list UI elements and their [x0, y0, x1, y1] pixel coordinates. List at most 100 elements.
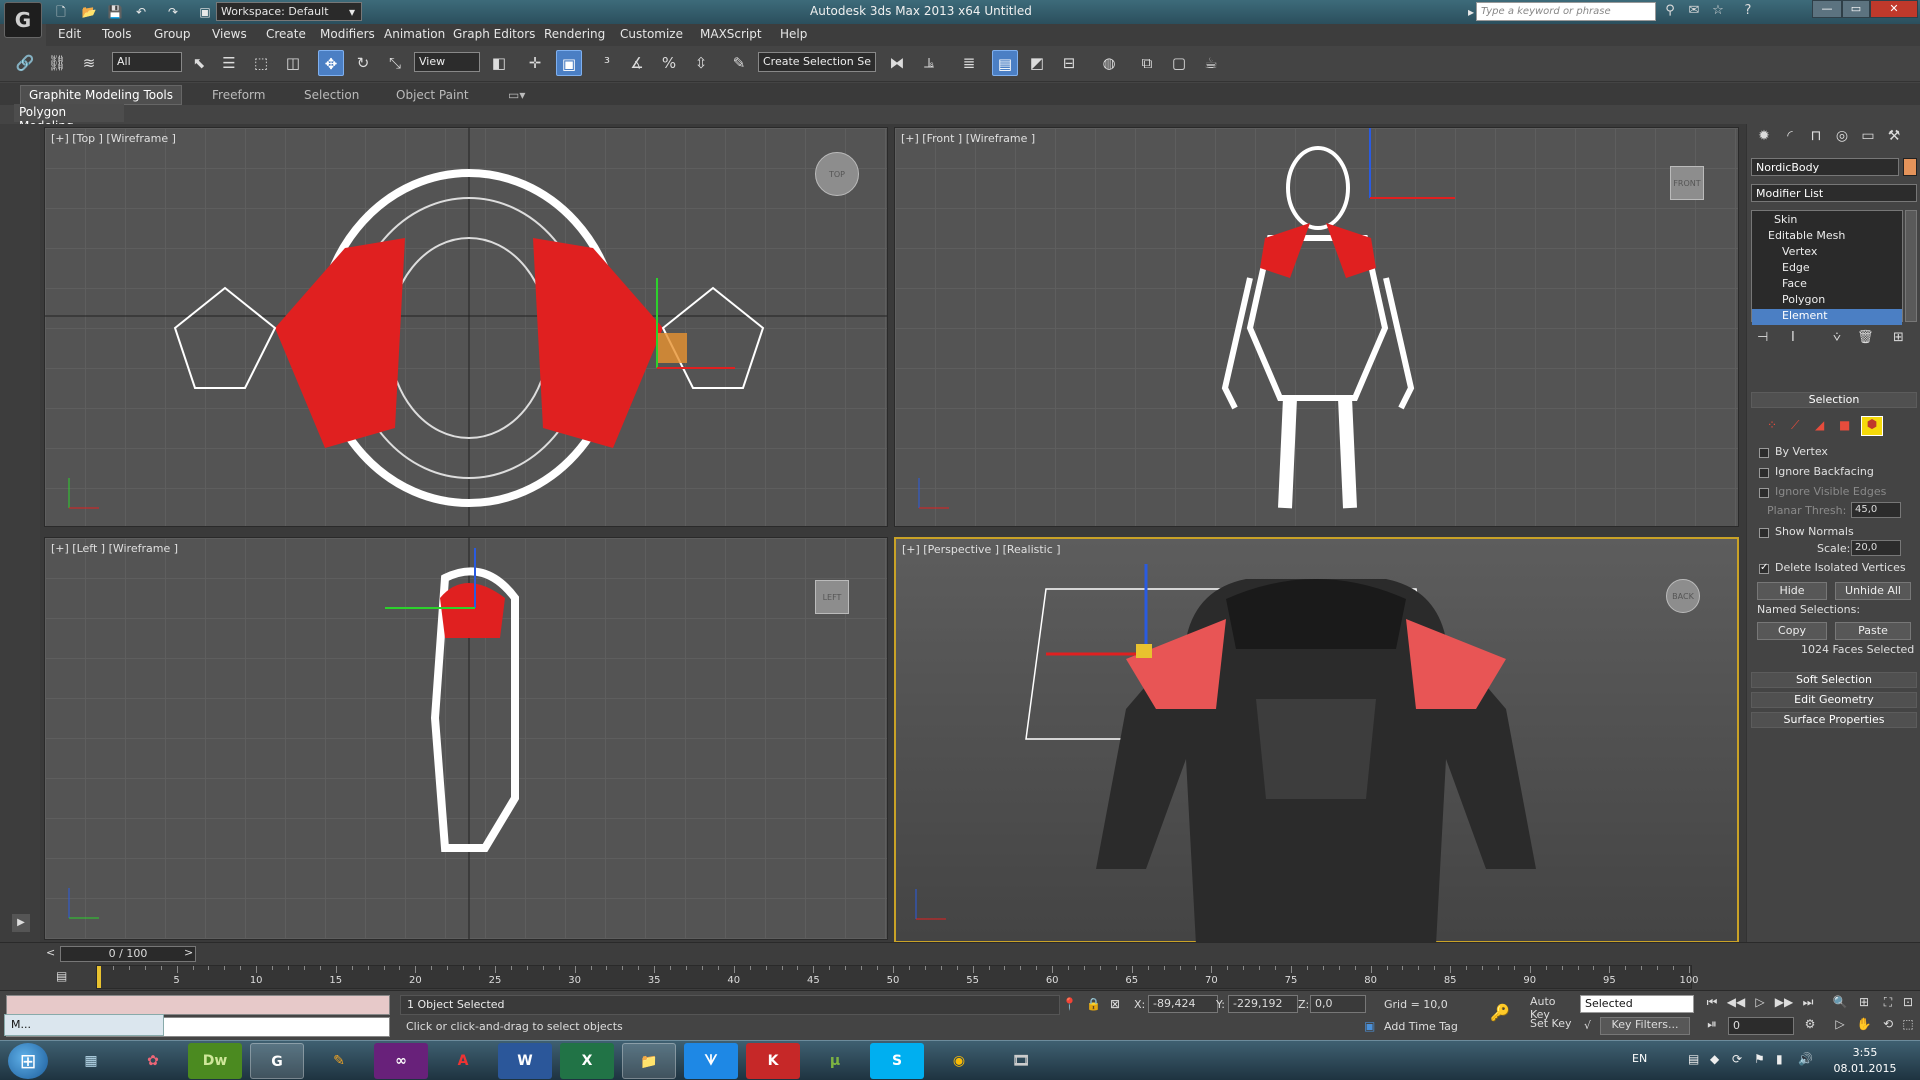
unhide-all-button[interactable]: Unhide All: [1835, 582, 1911, 600]
maximize-button[interactable]: ▭: [1842, 0, 1870, 18]
zoom-icon[interactable]: 🔍: [1830, 995, 1850, 1013]
polygon-mode-icon[interactable]: ■: [1839, 418, 1850, 432]
word-icon[interactable]: W: [498, 1043, 552, 1079]
percent-snap-icon[interactable]: %: [656, 50, 682, 76]
reference-coordinate-dropdown[interactable]: View: [414, 52, 480, 72]
orbit-icon[interactable]: ⟲: [1878, 1017, 1898, 1035]
key-selection-dropdown[interactable]: Selected: [1580, 995, 1694, 1013]
graphite-toggle-icon[interactable]: ▤: [992, 50, 1018, 76]
stack-item-edge[interactable]: Edge: [1752, 261, 1902, 277]
viewport-label-left[interactable]: [+] [Left ] [Wireframe ]: [51, 542, 178, 555]
time-configuration-icon[interactable]: ⚙: [1800, 1017, 1820, 1035]
show-normals-checkbox[interactable]: [1759, 528, 1769, 538]
pivot-center-icon[interactable]: ◧: [486, 50, 512, 76]
video-editor-icon[interactable]: 🎞: [994, 1043, 1048, 1079]
viewport-label-front[interactable]: [+] [Front ] [Wireframe ]: [901, 132, 1035, 145]
object-name-field[interactable]: NordicBody: [1751, 158, 1899, 176]
modify-tab-icon[interactable]: ◜: [1779, 128, 1801, 150]
kaspersky-icon[interactable]: K: [746, 1043, 800, 1079]
skype-icon[interactable]: S: [870, 1043, 924, 1079]
soft-selection-rollout[interactable]: Soft Selection: [1751, 672, 1917, 688]
stack-item-vertex[interactable]: Vertex: [1752, 245, 1902, 261]
viewport-top[interactable]: [+] [Top ] [Wireframe ] TOP: [44, 127, 888, 527]
project-folder-icon[interactable]: ▣: [196, 3, 214, 21]
make-unique-icon[interactable]: ⩒: [1833, 330, 1841, 345]
planar-thresh-spinner[interactable]: 45,0: [1851, 502, 1901, 518]
ribbon-options-icon[interactable]: ▭▾: [500, 86, 533, 104]
utilities-tab-icon[interactable]: ⚒: [1883, 128, 1905, 150]
schematic-view-icon[interactable]: ⊟: [1056, 50, 1082, 76]
clock-time[interactable]: 3:55: [1830, 1046, 1900, 1059]
time-tag-icon[interactable]: ▣: [1364, 1019, 1375, 1033]
menu-customize[interactable]: Customize: [620, 27, 683, 41]
pin-stack-icon[interactable]: ⊣: [1757, 330, 1768, 345]
utorrent-icon[interactable]: μ: [808, 1043, 862, 1079]
vertex-mode-icon[interactable]: ⁘: [1767, 418, 1777, 432]
select-and-move-icon[interactable]: ✥: [318, 50, 344, 76]
stack-item-polygon[interactable]: Polygon: [1752, 293, 1902, 309]
tab-selection[interactable]: Selection: [296, 86, 367, 104]
hide-button[interactable]: Hide: [1757, 582, 1827, 600]
rendered-frame-window-icon[interactable]: ▢: [1166, 50, 1192, 76]
menu-graph-editors[interactable]: Graph Editors: [453, 27, 535, 41]
menu-tools[interactable]: Tools: [102, 27, 132, 41]
tray-signal-icon[interactable]: ▮: [1776, 1052, 1783, 1066]
auto-key-button[interactable]: Auto Key: [1530, 995, 1578, 1021]
track-bar-icon[interactable]: ▤: [56, 969, 76, 985]
play-icon[interactable]: ▷: [1750, 995, 1770, 1013]
current-frame-field[interactable]: 0: [1728, 1017, 1794, 1035]
tray-network-icon[interactable]: ▤: [1688, 1052, 1699, 1066]
viewport-left[interactable]: [+] [Left ] [Wireframe ] LEFT: [44, 537, 888, 940]
volume-icon[interactable]: 🔊: [1798, 1052, 1813, 1066]
save-file-icon[interactable]: 💾: [106, 3, 124, 21]
angle-snap-icon[interactable]: ∡: [624, 50, 650, 76]
minimize-button[interactable]: —: [1812, 0, 1842, 18]
by-vertex-checkbox[interactable]: [1759, 448, 1769, 458]
select-object-icon[interactable]: ⬉: [186, 50, 212, 76]
surface-properties-rollout[interactable]: Surface Properties: [1751, 712, 1917, 728]
mirror-icon[interactable]: ⧓: [884, 50, 910, 76]
render-setup-icon[interactable]: ⧉: [1134, 50, 1160, 76]
bind-space-warp-icon[interactable]: ≋: [76, 50, 102, 76]
tray-app-icon[interactable]: ◆: [1710, 1052, 1719, 1066]
absolute-mode-icon[interactable]: ⊠: [1110, 997, 1120, 1011]
tray-sync-icon[interactable]: ⟳: [1732, 1052, 1742, 1066]
menu-maxscript[interactable]: MAXScript: [700, 27, 762, 41]
menu-create[interactable]: Create: [266, 27, 306, 41]
delete-isolated-checkbox[interactable]: [1759, 562, 1769, 574]
stack-item-skin[interactable]: Skin: [1752, 213, 1902, 229]
stack-scrollbar[interactable]: [1905, 210, 1917, 322]
maximize-viewport-icon[interactable]: ⬚: [1898, 1017, 1918, 1035]
show-end-result-icon[interactable]: Ⅰ: [1791, 330, 1795, 345]
tab-freeform[interactable]: Freeform: [204, 86, 273, 104]
paste-button[interactable]: Paste: [1835, 622, 1911, 640]
element-mode-icon[interactable]: ⬢: [1861, 416, 1883, 436]
zoom-extents-all-icon[interactable]: ⊡: [1898, 995, 1918, 1013]
menu-edit[interactable]: Edit: [58, 27, 81, 41]
maxscript-listener-output[interactable]: [6, 995, 390, 1015]
previous-frame-icon[interactable]: ◀◀: [1726, 995, 1746, 1013]
display-tab-icon[interactable]: ▭: [1857, 128, 1879, 150]
spinner-snap-icon[interactable]: ⇳: [688, 50, 714, 76]
excel-icon[interactable]: X: [560, 1043, 614, 1079]
chrome-icon[interactable]: ◉: [932, 1043, 986, 1079]
undo-icon[interactable]: ↶: [132, 3, 150, 21]
time-prev-arrow-icon[interactable]: <: [46, 946, 55, 959]
stack-item-element[interactable]: Element: [1752, 309, 1902, 325]
curve-editor-icon[interactable]: ◩: [1024, 50, 1050, 76]
communication-center-icon[interactable]: ✉: [1684, 3, 1704, 21]
snaps-toggle-icon[interactable]: ³: [594, 50, 620, 76]
close-button[interactable]: ✕: [1870, 0, 1918, 18]
time-slider[interactable]: 0 / 100: [60, 946, 196, 962]
select-and-scale-icon[interactable]: ⤡: [382, 50, 408, 76]
redo-icon[interactable]: ↷: [164, 3, 182, 21]
zoom-all-icon[interactable]: ⊞: [1854, 995, 1874, 1013]
track-bar[interactable]: 5 10 15 20 25 30 35 40 45 50 55 60 65 70 75 80 85 90 95 100: [96, 965, 1699, 989]
tab-graphite-modeling-tools[interactable]: Graphite Modeling Tools: [20, 85, 183, 105]
select-and-manipulate-icon[interactable]: ✛: [522, 50, 548, 76]
x-coordinate-field[interactable]: -89,424: [1148, 995, 1218, 1013]
viewport-label-perspective[interactable]: [+] [Perspective ] [Realistic ]: [902, 543, 1061, 556]
ignore-visible-edges-checkbox[interactable]: [1759, 488, 1769, 498]
layer-manager-icon[interactable]: ≣: [956, 50, 982, 76]
face-mode-icon[interactable]: ◢: [1815, 418, 1824, 432]
